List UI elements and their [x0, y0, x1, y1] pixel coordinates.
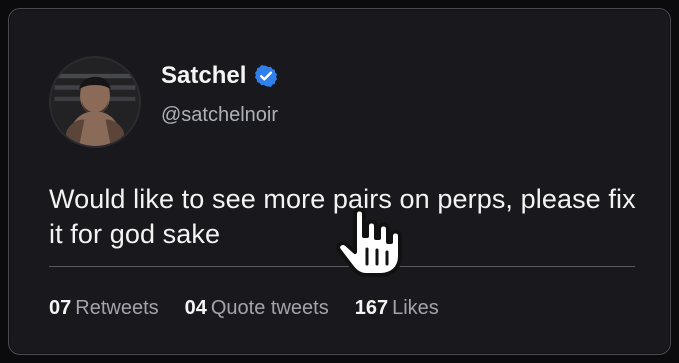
likes-label: Likes	[392, 297, 439, 319]
profile-handle[interactable]: @satchelnoir	[161, 105, 278, 125]
quote-tweets-stat[interactable]: 04 Quote tweets	[185, 298, 329, 318]
tweet-divider	[49, 266, 635, 267]
avatar[interactable]	[49, 56, 141, 148]
likes-stat[interactable]: 167 Likes	[355, 298, 439, 318]
tweet-text: Would like to see more pairs on perps, p…	[49, 184, 636, 249]
retweets-stat[interactable]: 07 Retweets	[49, 298, 159, 318]
retweets-count: 07	[49, 297, 72, 319]
tweet-stats: 07 Retweets 04 Quote tweets 167 Likes	[49, 298, 439, 318]
tweet-card[interactable]: Satchel @satchelnoir Would like to see m…	[8, 8, 671, 355]
quote-tweets-label: Quote tweets	[210, 297, 329, 319]
screenshot-stage: Satchel @satchelnoir Would like to see m…	[0, 0, 679, 363]
profile-display-name[interactable]: Satchel	[161, 64, 246, 88]
quote-tweets-count: 04	[184, 297, 207, 319]
verified-badge-icon	[254, 64, 278, 88]
retweets-label: Retweets	[75, 297, 159, 319]
avatar-image	[51, 58, 139, 146]
profile-name-row[interactable]: Satchel	[161, 64, 278, 88]
likes-count: 167	[354, 297, 389, 319]
